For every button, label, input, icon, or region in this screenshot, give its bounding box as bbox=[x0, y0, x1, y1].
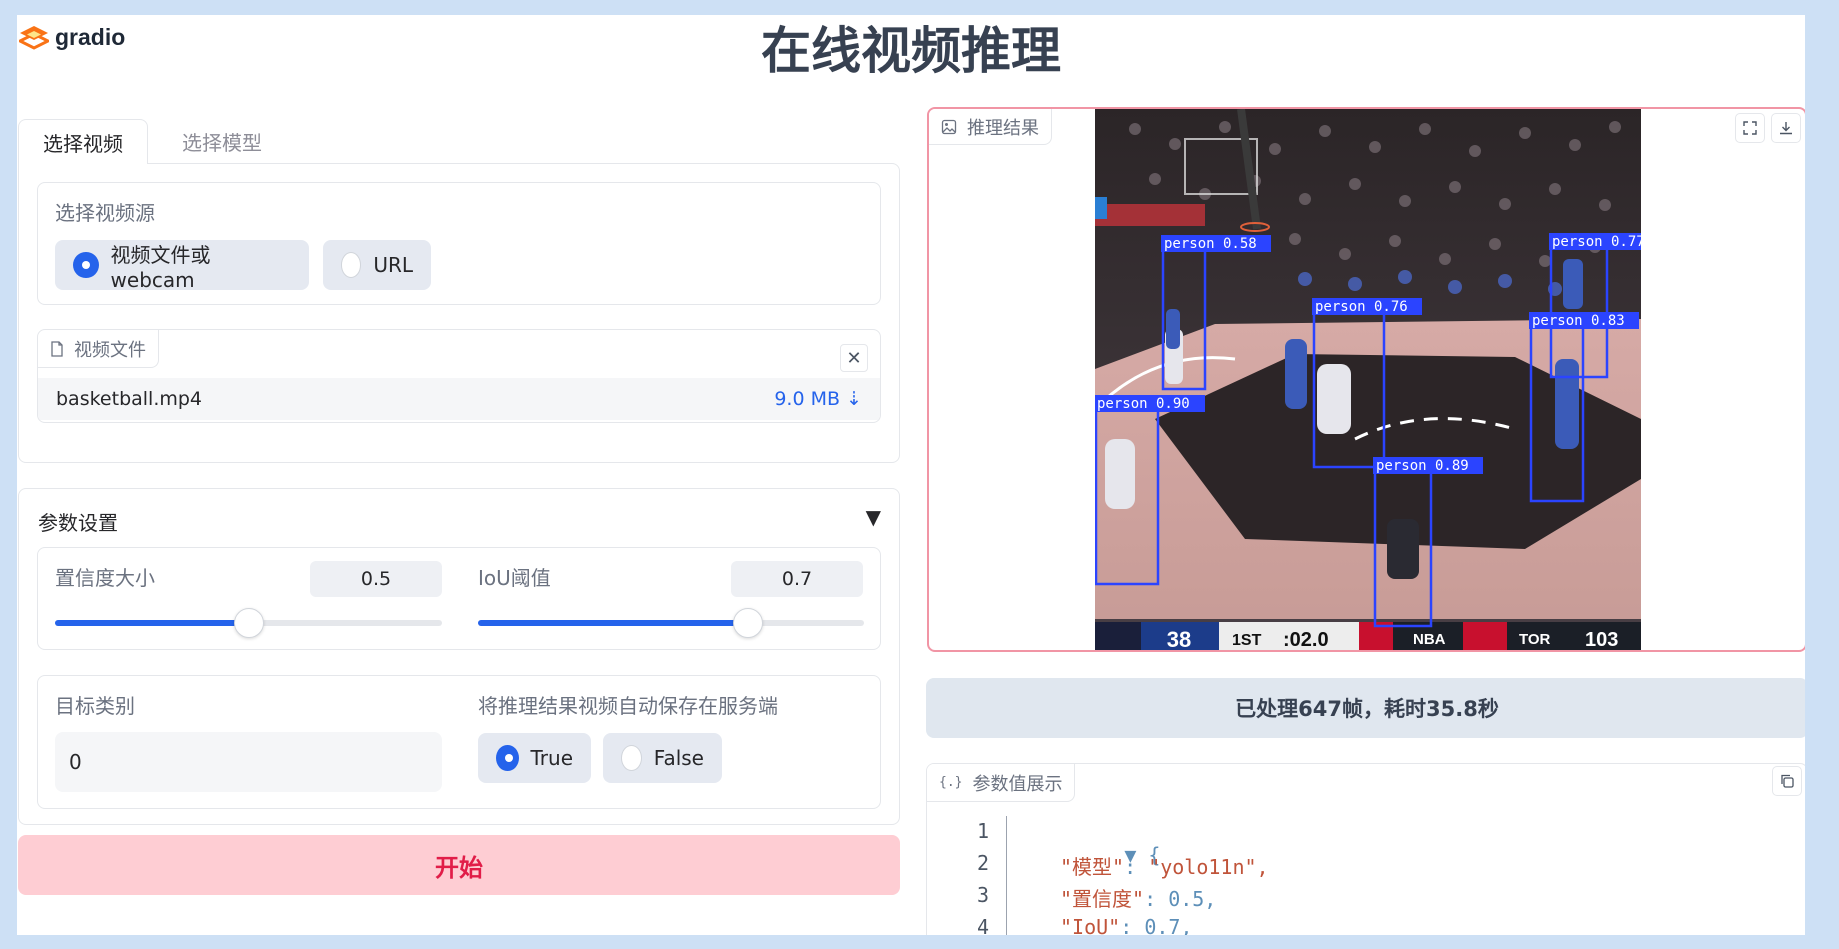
sliders-block: 置信度大小 0.5 IoU阈值 0.7 bbox=[37, 547, 881, 650]
detection-label: person 0.77 bbox=[1552, 234, 1641, 250]
image-icon bbox=[941, 119, 957, 134]
radio-video-file[interactable]: 视频文件或webcam bbox=[55, 240, 309, 292]
download-icon bbox=[1780, 122, 1792, 135]
result-image-panel: 推理结果 38 1ST:02.0 NBA TOR 103 person 0.5… bbox=[927, 107, 1805, 652]
tab-panel-video: 选择视频源 视频文件或webcam URL 视频文件 ✕ basketball.… bbox=[18, 163, 900, 463]
params-accordion: 参数设置 ▼ 置信度大小 0.5 IoU阈值 0.7 目标类别 0 将推理结果视… bbox=[18, 488, 900, 825]
radio-url-dot[interactable] bbox=[341, 252, 362, 278]
iou-slider[interactable] bbox=[478, 608, 864, 638]
code-gutter-divider bbox=[1006, 816, 1007, 935]
file-row: basketball.mp4 9.0 MB ⇣ bbox=[38, 378, 880, 420]
copy-button[interactable] bbox=[1772, 766, 1802, 796]
gradio-app: gradio 在线视频推理 选择视频 选择模型 选择视频源 视频文件或webca… bbox=[17, 15, 1805, 935]
json-key: "IoU" bbox=[1060, 915, 1121, 935]
json-label: 参数值展示 bbox=[972, 773, 1063, 795]
start-button[interactable]: 开始 bbox=[18, 835, 900, 895]
page-title: 在线视频推理 bbox=[761, 22, 1061, 80]
confidence-slider[interactable] bbox=[55, 608, 442, 638]
json-colon: : bbox=[1120, 915, 1145, 935]
radio-url-label: URL bbox=[373, 253, 413, 277]
download-button[interactable] bbox=[1771, 113, 1801, 143]
detection-label: person 0.76 bbox=[1315, 299, 1408, 315]
iou-label: IoU阈值 bbox=[478, 566, 551, 590]
away-score: 103 bbox=[1585, 629, 1618, 651]
radio-false[interactable]: False bbox=[603, 733, 722, 783]
confidence-slider-thumb[interactable] bbox=[233, 608, 264, 638]
radio-true[interactable]: True bbox=[478, 733, 591, 783]
result-label-tag: 推理结果 bbox=[929, 109, 1052, 145]
json-value: 0.5, bbox=[1168, 887, 1217, 911]
detection-label: person 0.90 bbox=[1097, 396, 1190, 412]
json-label-tag: {.} 参数值展示 bbox=[927, 764, 1076, 802]
iou-slider-thumb[interactable] bbox=[733, 608, 764, 638]
radio-true-label: True bbox=[530, 746, 573, 770]
fullscreen-button[interactable] bbox=[1735, 113, 1765, 143]
radio-url[interactable]: URL bbox=[323, 240, 431, 290]
basketball-court-image: 38 1ST :02.0 NBA TOR 103 person 0.58 per… bbox=[1095, 109, 1641, 652]
radio-video-file-label: 视频文件或webcam bbox=[110, 242, 211, 292]
inference-frame: 38 1ST :02.0 NBA TOR 103 person 0.58 per… bbox=[1095, 109, 1641, 652]
json-value: 0.7, bbox=[1144, 915, 1193, 935]
fullscreen-icon bbox=[1743, 121, 1757, 135]
tab-bar: 选择视频 选择模型 bbox=[18, 105, 900, 165]
tab-select-model[interactable]: 选择模型 bbox=[158, 119, 286, 164]
file-name: basketball.mp4 bbox=[56, 388, 203, 410]
detection-label: person 0.58 bbox=[1164, 236, 1257, 252]
json-colon: : bbox=[1144, 887, 1169, 911]
confidence-label: 置信度大小 bbox=[55, 566, 155, 590]
quarter: 1ST bbox=[1232, 632, 1262, 649]
target-class-label: 目标类别 bbox=[55, 694, 135, 718]
video-file-tag: 视频文件 bbox=[38, 330, 159, 368]
result-label: 推理结果 bbox=[967, 117, 1039, 139]
away-team: TOR bbox=[1519, 631, 1551, 648]
auto-save-label: 将推理结果视频自动保存在服务端 bbox=[478, 694, 778, 718]
class-save-block: 目标类别 0 将推理结果视频自动保存在服务端 True False bbox=[37, 675, 881, 809]
params-json-viewer: {.} 参数值展示 1 ▼ { 2 "模型": "yolo11n", 3 "置信… bbox=[926, 763, 1805, 935]
video-file-block: 视频文件 ✕ basketball.mp4 9.0 MB ⇣ bbox=[37, 329, 881, 423]
params-accordion-header[interactable]: 参数设置 bbox=[38, 507, 118, 536]
radio-video-file-dot[interactable] bbox=[73, 252, 99, 278]
json-value: "yolo11n", bbox=[1148, 855, 1269, 879]
game-clock: :02.0 bbox=[1283, 629, 1329, 651]
target-class-input[interactable]: 0 bbox=[55, 732, 442, 792]
league-label: NBA bbox=[1413, 631, 1446, 648]
copy-icon bbox=[1781, 774, 1794, 788]
processing-status: 已处理647帧，耗时35.8秒 bbox=[926, 678, 1805, 738]
close-icon: ✕ bbox=[846, 347, 862, 369]
iou-slider-fill bbox=[478, 620, 749, 626]
video-source-label: 选择视频源 bbox=[55, 201, 155, 225]
file-size-download-link[interactable]: 9.0 MB ⇣ bbox=[774, 388, 862, 410]
file-icon bbox=[51, 340, 63, 357]
iou-number-input[interactable]: 0.7 bbox=[731, 561, 863, 597]
json-colon: : bbox=[1124, 855, 1149, 879]
json-key: "模型" bbox=[1060, 855, 1125, 879]
json-braces-icon: {.} bbox=[939, 775, 963, 790]
confidence-slider-fill bbox=[55, 620, 249, 626]
detection-label: person 0.83 bbox=[1532, 313, 1625, 329]
video-source-group: 选择视频源 视频文件或webcam URL bbox=[37, 182, 881, 305]
json-key: "置信度" bbox=[1060, 887, 1145, 911]
line-number: 1 bbox=[976, 819, 989, 843]
home-score: 38 bbox=[1167, 627, 1191, 652]
radio-false-dot[interactable] bbox=[621, 745, 642, 771]
video-file-label: 视频文件 bbox=[74, 339, 146, 361]
line-number: 2 bbox=[976, 851, 989, 875]
radio-false-label: False bbox=[653, 746, 704, 770]
line-number: 4 bbox=[976, 915, 989, 935]
clear-file-button[interactable]: ✕ bbox=[840, 344, 868, 372]
confidence-number-input[interactable]: 0.5 bbox=[310, 561, 442, 597]
radio-true-dot[interactable] bbox=[496, 745, 519, 771]
detection-label: person 0.89 bbox=[1376, 458, 1469, 474]
collapse-arrow-icon[interactable]: ▼ bbox=[866, 505, 881, 529]
line-number: 3 bbox=[976, 883, 989, 907]
tab-select-video[interactable]: 选择视频 bbox=[18, 119, 148, 164]
